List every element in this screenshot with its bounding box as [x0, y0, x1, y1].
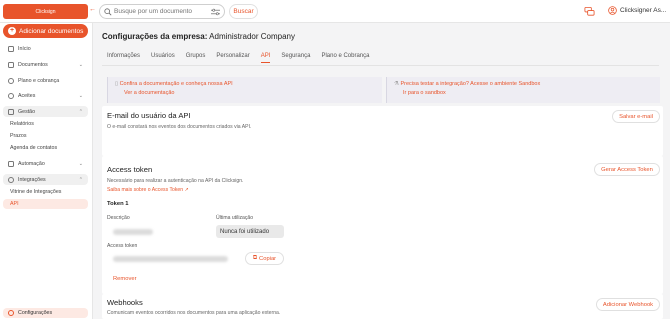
- last-use-value: Nunca foi utilizado: [216, 225, 284, 238]
- tab-personalizar[interactable]: Personalizar: [216, 53, 249, 63]
- documentation-info-box: ▯ Confira a documentação e conheça nossa…: [107, 77, 382, 103]
- add-document-button[interactable]: + Adicionar documentos: [3, 24, 88, 38]
- blurred-description: [113, 229, 153, 235]
- check-circle-icon: [8, 92, 14, 99]
- sidebar-item-label: Integrações: [18, 176, 46, 183]
- learn-more-label: Saiba mais sobre o Access Token: [107, 187, 184, 193]
- sandbox-link[interactable]: Ir para o sandbox: [394, 90, 653, 96]
- add-webhook-button[interactable]: Adicionar Webhook: [596, 298, 660, 311]
- description-label: Descrição: [107, 215, 130, 221]
- email-section-desc: O e-mail constará nos eventos dos docume…: [107, 124, 252, 130]
- sidebar: + Adicionar documentos Início Documentos…: [0, 23, 93, 319]
- gear-icon: [8, 310, 14, 316]
- search-input[interactable]: [114, 6, 210, 17]
- page-title: Configurações da empresa: Administrador …: [102, 32, 295, 41]
- add-document-label: Adicionar documentos: [19, 27, 84, 35]
- page-title-prefix: Configurações da empresa:: [102, 32, 208, 41]
- sidebar-item-label: Documentos: [18, 61, 48, 68]
- copy-label: Copiar: [259, 255, 277, 262]
- clicksign-logo[interactable]: Clicksign: [3, 4, 88, 19]
- sidebar-item-configuracoes[interactable]: Configurações: [3, 308, 88, 318]
- sidebar-item-plano[interactable]: Plano e cobrança: [3, 75, 88, 86]
- chevron-up-icon: ⌃: [78, 177, 83, 183]
- access-token-desc: Necessário para realizar a autenticação …: [107, 178, 244, 184]
- automation-icon: [8, 160, 14, 167]
- sidebar-item-label: Configurações: [18, 310, 53, 316]
- email-section-title: E-mail do usuário da API: [107, 111, 191, 120]
- access-token-title: Access token: [107, 165, 153, 174]
- integration-icon: [8, 176, 14, 183]
- access-token-learn-more-link[interactable]: Saiba mais sobre o Access Token ↗: [107, 187, 189, 193]
- info-text-label: Precisa testar a integração? Acesse o am…: [400, 81, 541, 87]
- sidebar-item-label: Gestão: [18, 108, 36, 115]
- page-title-company: Administrador Company: [209, 32, 295, 41]
- user-name: Clicksigner As...: [620, 7, 667, 14]
- sandbox-info-box: ⚗ Precisa testar a integração? Acesse o …: [386, 77, 660, 103]
- chevron-down-icon: ⌄: [78, 93, 83, 99]
- search-button[interactable]: Buscar: [229, 4, 258, 19]
- access-token-card: [102, 156, 663, 294]
- sidebar-item-integracoes[interactable]: Integrações ⌃: [3, 174, 88, 185]
- access-token-label: Access token: [107, 243, 138, 249]
- user-icon: [608, 6, 617, 15]
- filter-icon[interactable]: [211, 8, 220, 16]
- user-menu[interactable]: Clicksigner As...: [608, 6, 666, 15]
- tab-grupos[interactable]: Grupos: [186, 53, 206, 63]
- chat-icon[interactable]: [584, 6, 595, 17]
- sidebar-subitem-agenda[interactable]: Agenda de contatos: [10, 145, 57, 151]
- blurred-access-token: [113, 256, 228, 262]
- tab-seguranca[interactable]: Segurança: [281, 53, 310, 63]
- tab-usuarios[interactable]: Usuários: [151, 53, 175, 63]
- sidebar-item-gestao[interactable]: Gestão ⌃: [3, 106, 88, 117]
- info-text: ▯ Confira a documentação e conheça nossa…: [115, 81, 375, 87]
- info-text-label: Confira a documentação e conheça nossa A…: [119, 81, 233, 87]
- search-icon: [8, 77, 14, 84]
- sidebar-item-label: Início: [18, 45, 31, 52]
- sidebar-subitem-prazos[interactable]: Prazos: [10, 133, 27, 139]
- document-icon: [8, 61, 14, 68]
- top-bar: Clicksign ← Buscar Clicksigner As...: [0, 0, 670, 23]
- sidebar-subitem-api[interactable]: API: [3, 199, 88, 209]
- sidebar-item-label: Aceites: [18, 92, 36, 99]
- search-icon: [104, 8, 112, 16]
- main-content: Configurações da empresa: Administrador …: [93, 23, 670, 319]
- info-text: ⚗ Precisa testar a integração? Acesse o …: [394, 81, 653, 87]
- sidebar-item-documentos[interactable]: Documentos ⌄: [3, 59, 88, 70]
- tab-informacoes[interactable]: Informações: [107, 53, 140, 63]
- sidebar-item-aceites[interactable]: Aceites ⌄: [3, 90, 88, 101]
- tabs-divider: [102, 65, 659, 66]
- tab-plano-cobranca[interactable]: Plano e Cobrança: [321, 53, 369, 63]
- webhooks-title: Webhooks: [107, 298, 143, 307]
- sidebar-subitem-relatorios[interactable]: Relatórios: [10, 121, 34, 127]
- search-box: [99, 4, 225, 19]
- save-email-button[interactable]: Salvar e-mail: [612, 110, 660, 123]
- token-name: Token 1: [107, 201, 129, 207]
- briefcase-icon: [8, 108, 14, 115]
- collapse-sidebar-icon[interactable]: ←: [89, 6, 96, 13]
- last-use-label: Última utilização: [216, 215, 254, 221]
- sidebar-subitem-vitrine[interactable]: Vitrine de Integrações: [10, 189, 61, 195]
- sidebar-item-label: Plano e cobrança: [18, 77, 60, 84]
- remove-token-button[interactable]: Remover: [113, 276, 137, 282]
- copy-token-button[interactable]: ⧉ Copiar: [245, 252, 284, 265]
- chevron-up-icon: ⌃: [78, 109, 83, 115]
- chevron-down-icon: ⌄: [78, 161, 83, 167]
- sidebar-item-automacao[interactable]: Automação ⌄: [3, 158, 88, 169]
- chevron-down-icon: ⌄: [78, 62, 83, 68]
- copy-icon: ⧉: [252, 255, 258, 261]
- sidebar-item-label: Automação: [18, 160, 45, 167]
- plus-icon: +: [8, 27, 16, 35]
- documentation-link[interactable]: Ver a documentação: [115, 90, 375, 96]
- generate-token-button[interactable]: Gerar Access Token: [594, 163, 660, 176]
- home-icon: [8, 45, 14, 52]
- tabs: Informações Usuários Grupos Personalizar…: [107, 53, 381, 63]
- tab-api[interactable]: API: [260, 53, 270, 63]
- webhooks-desc: Comunicam eventos ocorridos nos document…: [107, 310, 281, 316]
- external-link-icon: ↗: [184, 187, 189, 193]
- sidebar-item-inicio[interactable]: Início: [3, 43, 88, 54]
